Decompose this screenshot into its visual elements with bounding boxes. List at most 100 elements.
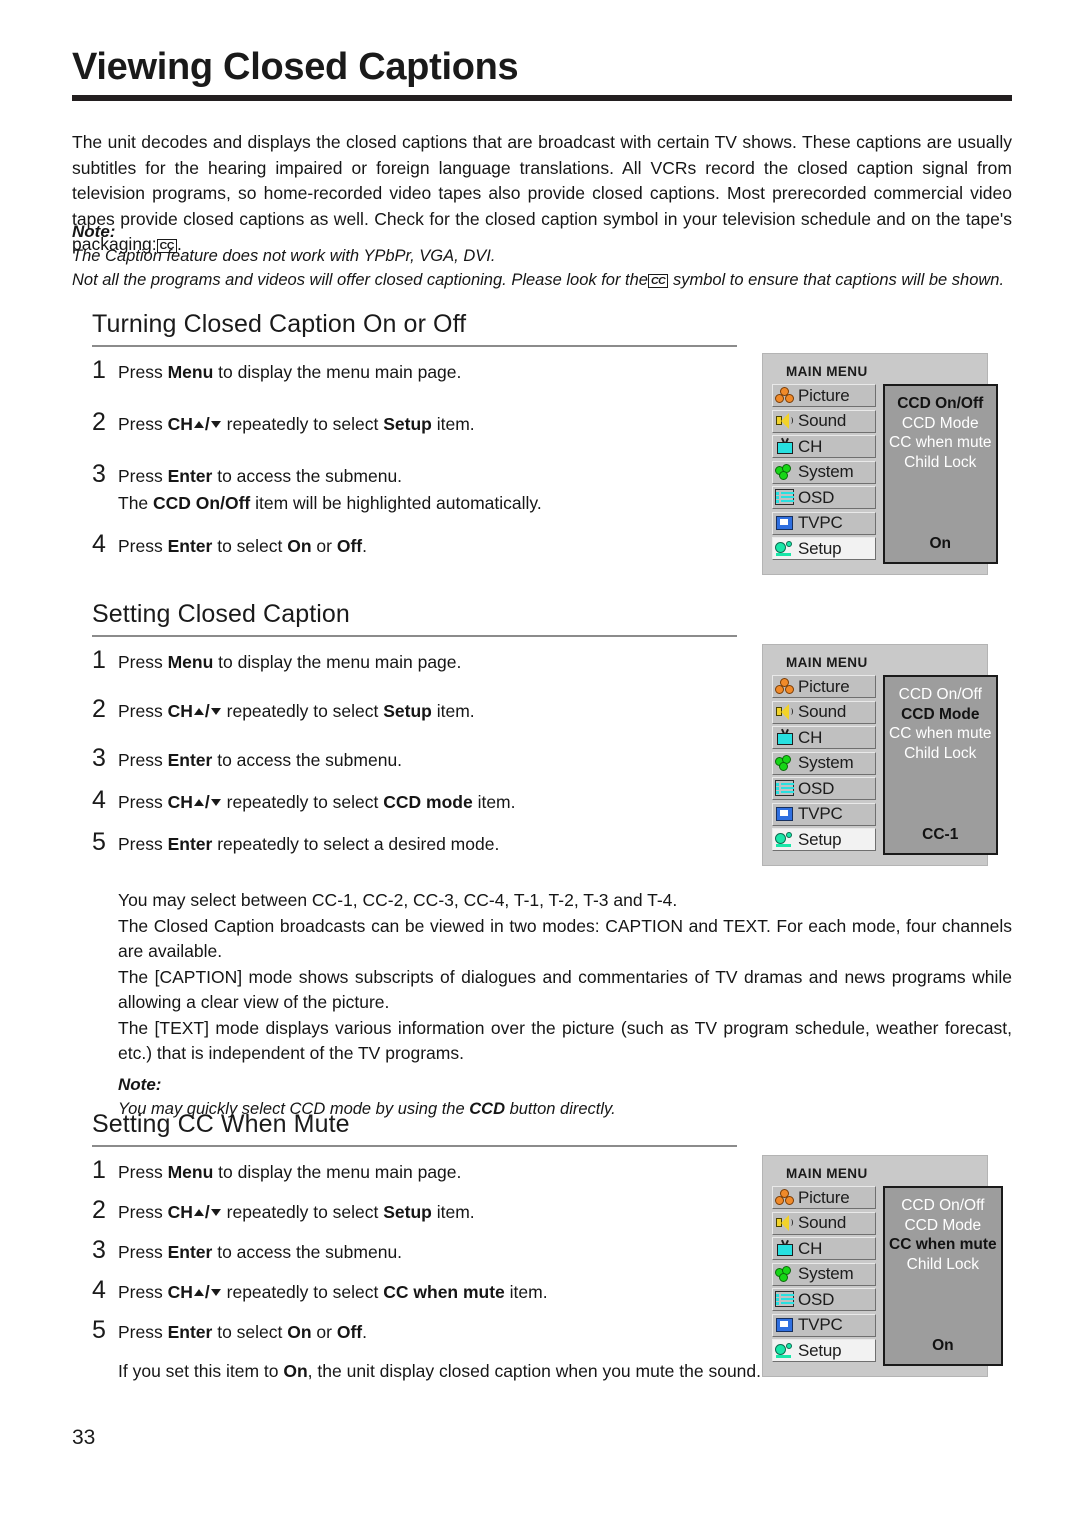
menu-item-sound[interactable]: Sound	[772, 700, 876, 724]
menu-item-system[interactable]: System	[772, 460, 876, 484]
step-number: 3	[92, 1236, 106, 1264]
menu-item-ch[interactable]: CH	[772, 435, 876, 458]
submenu-item[interactable]: Child Lock	[904, 744, 976, 764]
step-post: item.	[431, 1202, 475, 1222]
menu-item-picture[interactable]: Picture	[772, 384, 876, 407]
title-underline	[72, 94, 1012, 101]
menu-item-picture[interactable]: Picture	[772, 1186, 876, 1209]
step-pre: Press	[118, 466, 168, 486]
step-bold: CH	[167, 701, 193, 721]
menu-item-ch[interactable]: CH	[772, 726, 876, 749]
step-number: 3	[92, 460, 106, 488]
step-bold: CH	[167, 792, 193, 812]
step-row: 4 Press CH / repeatedly to select CC when…	[92, 1277, 737, 1305]
sub-pre: The	[118, 493, 154, 513]
menu-item-setup[interactable]: Setup	[772, 537, 876, 560]
submenu-item[interactable]: Child Lock	[907, 1255, 979, 1275]
menu-item-label: System	[798, 1264, 854, 1283]
menu-item-setup[interactable]: Setup	[772, 1339, 876, 1362]
step-pre: Press	[118, 792, 168, 812]
step-pre: Press	[118, 1282, 168, 1302]
step-pre: Press	[118, 701, 168, 721]
menu-item-system[interactable]: System	[772, 1262, 876, 1286]
submenu-item[interactable]: CCD On/Off	[899, 685, 982, 705]
submenu-item[interactable]: CCD On/Off	[901, 1196, 984, 1216]
section-2-paragraphs: You may select between CC-1, CC-2, CC-3,…	[118, 888, 1012, 1121]
osd-lines-icon	[775, 489, 795, 506]
menu-item-picture[interactable]: Picture	[772, 675, 876, 698]
step-row: 1 Press Menu to display the menu main pa…	[92, 1157, 737, 1185]
menu-item-osd[interactable]: OSD	[772, 777, 876, 800]
osd-submenu-panel: CCD On/Off CCD Mode CC when mute Child L…	[883, 384, 998, 564]
step-text: Press Menu to display the menu main page…	[118, 357, 737, 385]
step-pre: Press	[118, 1322, 168, 1342]
gears-icon	[775, 1265, 795, 1283]
menu-item-tvpc[interactable]: TVPC	[772, 1313, 876, 1337]
section-3-closing-text: If you set this item to On, the unit dis…	[92, 1359, 798, 1384]
sound-icon	[775, 1214, 795, 1232]
menu-item-ch[interactable]: CH	[772, 1237, 876, 1260]
step-number: 4	[92, 786, 106, 814]
monitor-icon	[775, 1317, 795, 1334]
section-setting-cc-when-mute: Setting CC When Mute 1 Press Menu to dis…	[92, 1110, 761, 1384]
step-bold: Enter	[167, 1322, 213, 1342]
submenu-item[interactable]: CCD Mode	[902, 414, 979, 434]
menu-item-osd[interactable]: OSD	[772, 1288, 876, 1311]
osd-menu-graphic-2: MAIN MENU Picture Sound CH System OSD TV…	[762, 644, 998, 866]
step-post: item.	[504, 1282, 548, 1302]
note-label: Note:	[118, 1074, 162, 1094]
menu-item-label: OSD	[798, 487, 835, 507]
step-pre: Press	[118, 834, 168, 854]
step-mid: repeatedly to select a desired mode.	[212, 834, 500, 854]
menu-item-sound[interactable]: Sound	[772, 1211, 876, 1235]
menu-item-setup[interactable]: Setup	[772, 828, 876, 851]
menu-item-osd[interactable]: OSD	[772, 486, 876, 509]
submenu-value: On	[932, 1337, 954, 1354]
osd-main-menu-list: Picture Sound CH System OSD TVPC Setup	[772, 675, 876, 855]
step-pre: Press	[118, 536, 168, 556]
submenu-item[interactable]: Child Lock	[904, 453, 976, 473]
menu-item-tvpc[interactable]: TVPC	[772, 511, 876, 535]
menu-item-label: CH	[798, 436, 823, 456]
monitor-icon	[775, 806, 795, 823]
menu-item-tvpc[interactable]: TVPC	[772, 802, 876, 826]
osd-lines-icon	[775, 780, 795, 797]
channel-down-icon	[210, 1209, 221, 1216]
step-mid: to select	[212, 536, 288, 556]
channel-up-icon	[193, 1289, 204, 1296]
step-number: 2	[92, 408, 106, 436]
note-line-1: The Caption feature does not work with Y…	[72, 247, 496, 265]
submenu-item[interactable]: CC when mute	[889, 433, 992, 453]
menu-item-label: Sound	[798, 411, 847, 430]
submenu-item-highlighted[interactable]: CCD Mode	[901, 705, 979, 725]
step-text: Press CH / repeatedly to select Setup ite…	[118, 414, 475, 434]
step-post: item.	[472, 792, 516, 812]
submenu-item[interactable]: CC when mute	[889, 724, 992, 744]
section-rule	[92, 635, 737, 637]
menu-item-label: OSD	[798, 1289, 835, 1309]
submenu-item[interactable]: CCD Mode	[904, 1216, 981, 1236]
step-post: .	[362, 1322, 368, 1342]
picture-icon	[775, 1189, 795, 1206]
submenu-item-highlighted[interactable]: CCD On/Off	[897, 394, 983, 414]
step-mid: to display the menu main page.	[213, 362, 462, 382]
osd-submenu-panel: CCD On/Off CCD Mode CC when mute Child L…	[883, 675, 998, 855]
step-mid: repeatedly to select	[221, 1202, 384, 1222]
menu-item-label: TVPC	[798, 804, 843, 823]
step-mid: to access the submenu.	[212, 750, 403, 770]
section-title: Setting Closed Caption	[92, 600, 350, 628]
osd-menu-graphic-3: MAIN MENU Picture Sound CH System OSD TV…	[762, 1155, 1003, 1377]
step-row: 4 Press CH / repeatedly to select CCD mod…	[92, 787, 737, 815]
note-line-2: Not all the programs and videos will off…	[72, 268, 1012, 292]
menu-item-label: Setup	[798, 829, 842, 849]
step-bold: Menu	[167, 1162, 214, 1182]
step-bold: Enter	[167, 750, 213, 770]
step-post: item.	[431, 414, 475, 434]
submenu-item-highlighted[interactable]: CC when mute	[889, 1235, 997, 1255]
menu-item-system[interactable]: System	[772, 751, 876, 775]
sound-icon	[775, 703, 795, 721]
menu-item-sound[interactable]: Sound	[772, 409, 876, 433]
step-row: 5 Press Enter to select On or Off.	[92, 1317, 737, 1345]
step-post: item.	[431, 701, 475, 721]
tv-icon	[775, 1239, 795, 1257]
